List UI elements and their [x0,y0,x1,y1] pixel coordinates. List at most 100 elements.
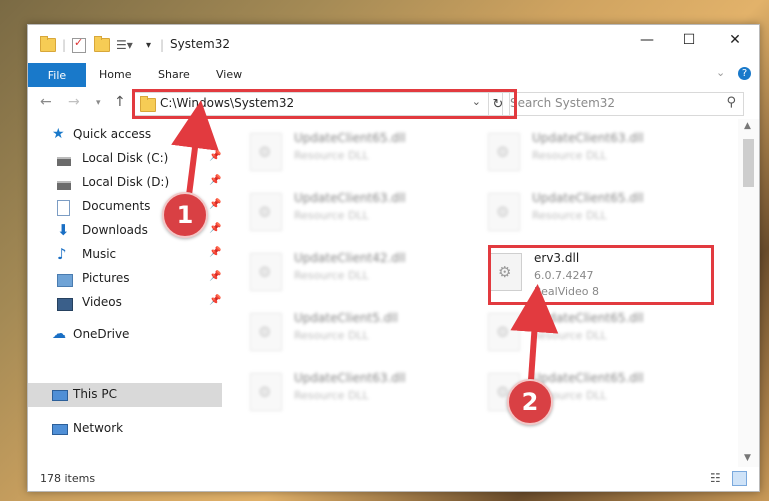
file-name: UpdateClient65.dll [532,371,644,385]
nav-item-label: Pictures [82,271,130,285]
maximize-button[interactable]: ☐ [666,25,712,55]
nav-item-label: Local Disk (C:) [82,151,169,165]
title-bar: | ✓ ☰▾ ▾ | System32 — ☐ ✕ [28,25,759,63]
nav-item-label: Local Disk (D:) [82,175,170,189]
music-icon: ♪ [57,245,67,263]
file-item[interactable]: UpdateClient65.dll Resource DLL [488,185,708,241]
file-description: Resource DLL [294,389,369,402]
scroll-up-icon[interactable]: ▲ [744,121,751,131]
cloud-icon: ☁ [52,326,66,342]
address-highlight-box [132,89,517,119]
scroll-thumb[interactable] [743,139,754,187]
file-item[interactable]: UpdateClient65.dll Resource DLL [250,125,470,181]
tab-home[interactable]: Home [99,68,131,81]
file-name: UpdateClient63.dll [294,371,406,385]
nav-item-label: Music [82,247,117,261]
dll-file-icon [250,373,282,411]
properties-icon[interactable]: ✓ [72,36,86,54]
file-item[interactable]: UpdateClient5.dll Resource DLL [250,305,470,361]
file-description: Resource DLL [294,329,369,342]
separator: | [160,38,165,52]
explorer-window: | ✓ ☰▾ ▾ | System32 — ☐ ✕ File Home Shar… [27,24,760,492]
star-icon: ★ [52,126,65,142]
folder-icon [40,36,56,54]
pin-icon[interactable]: 📌 [209,199,221,210]
recent-locations-icon[interactable]: ▾ [96,98,101,108]
file-description: Resource DLL [532,209,607,222]
file-name: UpdateClient63.dll [532,131,644,145]
nav-item-network[interactable]: Network [28,417,222,441]
expand-ribbon-icon[interactable]: ⌄ [716,66,725,79]
dll-file-icon [488,133,520,171]
nav-item-label: OneDrive [73,327,130,341]
tab-view[interactable]: View [216,68,242,81]
nav-item-onedrive[interactable]: ☁ OneDrive [28,323,222,347]
new-folder-icon[interactable] [94,36,110,54]
pin-icon[interactable]: 📌 [209,151,221,162]
nav-item-quick-access[interactable]: ★ Quick access [28,123,222,147]
nav-item-local-disk-d[interactable]: Local Disk (D:) 📌 [28,171,222,195]
close-button[interactable]: ✕ [712,25,758,55]
minimize-button[interactable]: — [624,25,670,55]
details-view-icon[interactable]: ☷ [710,471,721,485]
qat-dropdown-icon[interactable]: ▾ [146,36,151,54]
file-name: UpdateClient42.dll [294,251,406,265]
file-item[interactable]: UpdateClient63.dll Resource DLL [250,365,470,421]
file-description: Resource DLL [294,269,369,282]
file-item[interactable]: UpdateClient42.dll Resource DLL [250,245,470,301]
back-icon[interactable]: ← [40,94,52,110]
nav-item-pictures[interactable]: Pictures 📌 [28,267,222,291]
forward-icon[interactable]: → [68,94,80,110]
ribbon: File Home Share View ⌄ ? [28,63,759,88]
file-name: UpdateClient63.dll [294,191,406,205]
file-description: Resource DLL [532,149,607,162]
help-icon[interactable]: ? [738,67,751,80]
file-name: UpdateClient65.dll [532,311,644,325]
nav-item-this-pc[interactable]: This PC [28,383,222,407]
file-item[interactable]: UpdateClient63.dll Resource DLL [488,125,708,181]
file-item[interactable]: UpdateClient65.dll Resource DLL [488,305,708,361]
pin-icon[interactable]: 📌 [209,271,221,282]
pin-icon[interactable]: 📌 [209,175,221,186]
customize-qat-icon[interactable]: ☰▾ [116,36,133,54]
nav-item-label: Quick access [73,127,152,141]
documents-icon [57,200,71,216]
file-description: Resource DLL [294,209,369,222]
tiles-view-icon[interactable] [732,471,747,486]
file-name: UpdateClient65.dll [532,191,644,205]
nav-item-label: Videos [82,295,122,309]
nav-item-label: Downloads [82,223,148,237]
callout-2: 2 [507,379,553,425]
dll-file-icon [488,193,520,231]
pin-icon[interactable]: 📌 [209,223,221,234]
scroll-down-icon[interactable]: ▼ [744,453,751,463]
dll-file-icon [250,253,282,291]
search-icon: ⚲ [726,95,736,110]
download-icon: ⬇ [57,221,70,239]
dll-file-icon [488,313,520,351]
tab-file[interactable]: File [28,63,86,87]
videos-icon [57,296,73,311]
vertical-scrollbar[interactable]: ▲ ▼ [738,119,759,467]
item-count: 178 items [40,472,96,485]
file-description: Resource DLL [294,149,369,162]
status-bar: 178 items ☷ [28,467,759,491]
tab-share[interactable]: Share [158,68,190,81]
nav-item-videos[interactable]: Videos 📌 [28,291,222,315]
nav-item-music[interactable]: ♪ Music 📌 [28,243,222,267]
navigation-pane: ★ Quick access Local Disk (C:) 📌 Local D… [28,119,222,467]
pin-icon[interactable]: 📌 [209,295,221,306]
search-placeholder: Search System32 [510,96,616,110]
file-description: Resource DLL [532,329,607,342]
nav-item-label: Documents [82,199,151,213]
up-icon[interactable]: ↑ [114,94,126,110]
search-input[interactable]: Search System32 ⚲ [502,92,744,116]
callout-1: 1 [162,192,208,238]
monitor-icon [52,388,68,402]
nav-item-local-disk-c[interactable]: Local Disk (C:) 📌 [28,147,222,171]
drive-icon [57,176,71,190]
pin-icon[interactable]: 📌 [209,247,221,258]
file-item[interactable]: UpdateClient63.dll Resource DLL [250,185,470,241]
separator: | [62,38,67,52]
nav-item-label: This PC [73,387,117,401]
